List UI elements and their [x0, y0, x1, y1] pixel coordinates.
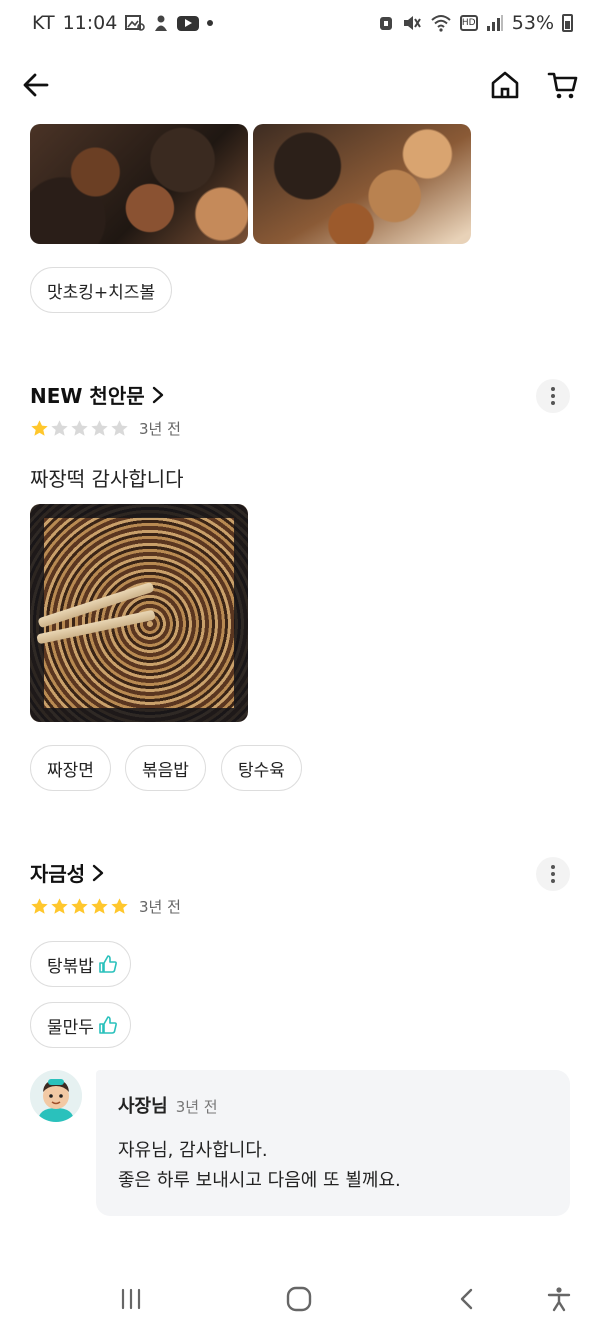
reviewer-name: 자금성 — [30, 862, 86, 886]
reviewer-name-link[interactable]: NEW 천안문 — [30, 380, 165, 409]
status-right: HD 53% — [378, 12, 573, 34]
menu-chip-label: 맛초킹+치즈볼 — [47, 282, 156, 303]
chevron-right-icon — [152, 386, 163, 403]
liked-menu-chip[interactable]: 탕볶밥 — [30, 941, 131, 987]
more-options-button[interactable] — [536, 857, 570, 891]
app-bar — [0, 56, 599, 114]
hd-icon: HD — [459, 15, 478, 31]
menu-chip[interactable]: 볶음밥 — [125, 745, 206, 791]
dot-icon — [207, 20, 214, 26]
liked-menu-chip[interactable]: 물만두 — [30, 1002, 131, 1048]
mute-icon — [402, 14, 422, 32]
menu-chip-label: 탕볶밥 — [47, 956, 94, 977]
star-empty-icon — [71, 420, 88, 436]
nav-home-button[interactable] — [282, 1282, 316, 1316]
menu-chip-label: 물만두 — [47, 1017, 94, 1038]
star-empty-icon — [51, 420, 68, 436]
star-filled-icon — [71, 898, 88, 914]
menu-chip-label: 볶음밥 — [142, 760, 189, 781]
review-date: 3년 전 — [139, 420, 181, 438]
battery-icon — [562, 14, 573, 32]
owner-avatar — [30, 1070, 82, 1122]
star-filled-icon — [111, 898, 128, 914]
owner-reply-line: 좋은 하루 보내시고 다음에 또 뵐께요. — [118, 1170, 401, 1191]
alarm-icon — [378, 14, 394, 32]
nav-back-button[interactable] — [450, 1282, 484, 1316]
owner-reply: 사장님 3년 전 자유님, 감사합니다. 좋은 하루 보내시고 다음에 또 뵐께… — [96, 1070, 570, 1216]
rating-row: 3년 전 — [30, 418, 181, 439]
thumbs-up-icon — [99, 1016, 117, 1034]
owner-reply-line: 자유님, 감사합니다. — [118, 1140, 268, 1161]
review-date: 3년 전 — [139, 898, 181, 916]
star-empty-icon — [111, 420, 128, 436]
home-circle-icon — [286, 1286, 312, 1312]
more-options-button[interactable] — [536, 379, 570, 413]
chevron-right-icon — [93, 864, 104, 881]
accessibility-button[interactable] — [542, 1282, 576, 1316]
review-photo-chicken-2[interactable] — [253, 124, 471, 244]
status-left: KT 11:04 — [32, 12, 214, 34]
clock: 11:04 — [62, 12, 118, 34]
rating-row: 3년 전 — [30, 896, 181, 917]
battery-percent: 53% — [511, 12, 554, 34]
star-filled-icon — [91, 898, 108, 914]
star-filled-icon — [31, 898, 48, 914]
menu-chip-label: 짜장면 — [47, 760, 94, 781]
reviewer-name-link[interactable]: 자금성 — [30, 858, 105, 887]
thumbs-up-icon — [99, 955, 117, 973]
recent-apps-icon — [121, 1288, 141, 1310]
cart-icon — [547, 72, 578, 99]
carrier-label: KT — [32, 12, 55, 34]
back-chevron-icon — [460, 1288, 473, 1310]
arrow-left-icon — [23, 73, 49, 97]
home-button[interactable] — [488, 68, 522, 102]
cart-button[interactable] — [546, 68, 580, 102]
back-button[interactable] — [20, 68, 54, 102]
accessibility-icon — [547, 1287, 571, 1312]
reviewer-name: NEW 천안문 — [30, 384, 145, 408]
review-photo-chicken-1[interactable] — [30, 124, 248, 244]
star-rating — [30, 419, 129, 438]
wifi-icon — [430, 14, 452, 32]
status-bar: KT 11:04 HD 53% — [0, 0, 599, 46]
home-icon — [491, 71, 519, 99]
star-filled-icon — [51, 898, 68, 914]
star-filled-icon — [31, 420, 48, 436]
system-nav-bar — [0, 1266, 599, 1333]
recent-apps-button[interactable] — [114, 1282, 148, 1316]
menu-chip[interactable]: 탕수육 — [221, 745, 302, 791]
signal-icon — [486, 14, 504, 32]
star-rating — [30, 897, 129, 916]
menu-chip[interactable]: 짜장면 — [30, 745, 111, 791]
gallery-icon — [125, 14, 146, 32]
menu-chip[interactable]: 맛초킹+치즈볼 — [30, 267, 173, 313]
youtube-icon — [177, 15, 200, 31]
star-empty-icon — [91, 420, 108, 436]
owner-reply-date: 3년 전 — [175, 1098, 218, 1116]
review-photo-jajangmyeon[interactable] — [30, 504, 248, 722]
owner-reply-header: 사장님 3년 전 — [118, 1092, 548, 1118]
app-icon — [153, 14, 169, 32]
review-text: 짜장떡 감사합니다 — [30, 467, 184, 491]
owner-name: 사장님 — [118, 1096, 168, 1117]
menu-chip-label: 탕수육 — [238, 760, 285, 781]
